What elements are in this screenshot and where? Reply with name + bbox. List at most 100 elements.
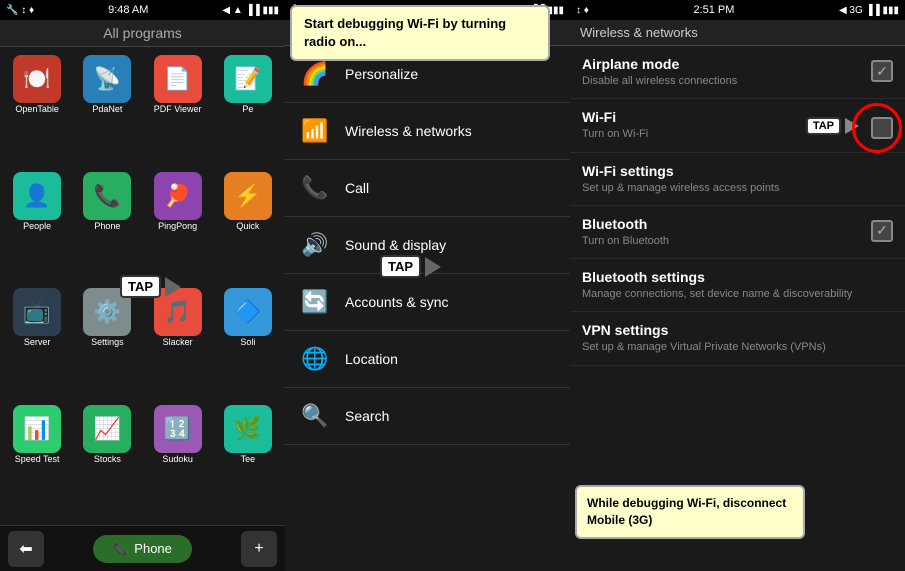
wireless-sub-vpn: Set up & manage Virtual Private Networks… [582,340,893,354]
settings-icon-accounts: 🔄 [297,284,333,320]
app-label-phone: Phone [94,222,120,232]
app-soli[interactable]: 🔷 Soli [215,288,281,401]
wireless-text-bluetooth: Bluetooth Turn on Bluetooth [582,216,863,248]
checkbox-bluetooth[interactable]: ✓ [871,220,893,242]
phone-icon: 📞 [113,541,129,557]
app-icon-soli: 🔷 [224,288,272,336]
app-sudoku[interactable]: 🔢 Sudoku [145,405,211,518]
settings-item-accounts[interactable]: 🔄 Accounts & sync [285,274,570,331]
app-pdf[interactable]: 📄 PDF Viewer [145,55,211,168]
settings-item-wireless[interactable]: 📶 Wireless & networks [285,103,570,160]
app-people[interactable]: 👤 People [4,172,70,285]
tap-label-wifi: TAP [806,117,841,135]
settings-label-accounts: Accounts & sync [345,294,449,310]
wireless-item-bluetooth-settings[interactable]: Bluetooth settings Manage connections, s… [570,259,905,312]
app-stocks[interactable]: 📈 Stocks [74,405,140,518]
app-icon-pdanet: 📡 [83,55,131,103]
tap-annotation-wireless: TAP [380,255,441,278]
tap-annotation-settings: TAP [120,275,181,298]
settings-icon-sound: 🔊 [297,227,333,263]
wireless-sub-airplane: Disable all wireless connections [582,74,863,88]
wireless-sub-bluetooth-settings: Manage connections, set device name & di… [582,287,893,301]
app-label-quick: Quick [236,222,259,232]
app-icon-pingpong: 🏓 [154,172,202,220]
settings-icon-personalize: 🌈 [297,56,333,92]
wireless-item-vpn[interactable]: VPN settings Set up & manage Virtual Pri… [570,312,905,365]
settings-label-call: Call [345,180,369,196]
app-label-speedtest: Speed Test [15,455,60,465]
app-opentable[interactable]: 🍽️ OpenTable [4,55,70,168]
settings-icon-location: 🌐 [297,341,333,377]
status-icons-right-1: ◀ ▲ ▐▐ ▮▮▮ [222,5,279,16]
wireless-item-airplane[interactable]: Airplane mode Disable all wireless conne… [570,46,905,99]
app-icon-pe: 📝 [224,55,272,103]
app-icon-people: 👤 [13,172,61,220]
app-icon-twonky: 📺 [13,288,61,336]
settings-icon-wireless: 📶 [297,113,333,149]
app-label-tee: Tee [241,455,256,465]
status-icons-left-3: ↕ ♦ [576,5,589,16]
app-label-people: People [23,222,51,232]
app-label-pdanet: PdaNet [92,105,122,115]
app-icon-phone: 📞 [83,172,131,220]
app-pingpong[interactable]: 🏓 PingPong [145,172,211,285]
settings-icon-call: 📞 [297,170,333,206]
app-label-pdf: PDF Viewer [154,105,202,115]
status-icons-left-1: 🔧 ↕ ♦ [6,5,34,16]
wireless-text-vpn: VPN settings Set up & manage Virtual Pri… [582,322,893,354]
panel-settings: 🔧 ↕ 2:5 ◀ ▲ ▐▐ ▮▮▮ Settings 🌈 Personaliz… [285,0,570,571]
wireless-text-wifi: Wi-Fi Turn on Wi-Fi [582,109,806,141]
app-label-opentable: OpenTable [15,105,59,115]
app-settings[interactable]: ⚙️ Settings [74,288,140,401]
checkbox-airplane[interactable]: ✓ [871,60,893,82]
app-pe[interactable]: 📝 Pe [215,55,281,168]
wireless-title-wifi: Wi-Fi [582,109,806,125]
time-1: 9:48 AM [108,4,148,16]
app-label-soli: Soli [240,338,255,348]
app-slacker[interactable]: 🎵 Slacker [145,288,211,401]
wireless-item-bluetooth[interactable]: Bluetooth Turn on Bluetooth ✓ [570,206,905,259]
app-quick[interactable]: ⚡ Quick [215,172,281,285]
phone-button[interactable]: 📞 Phone [93,535,192,563]
status-bar-3: ↕ ♦ 2:51 PM ◀ 3G ▐▐ ▮▮▮ [570,0,905,20]
back-button[interactable]: ⬅ [8,531,44,567]
settings-list: 🌈 Personalize 📶 Wireless & networks 📞 Ca… [285,46,570,571]
app-icon-stocks: 📈 [83,405,131,453]
app-speedtest[interactable]: 📊 Speed Test [4,405,70,518]
settings-item-search[interactable]: 🔍 Search [285,388,570,445]
settings-item-location[interactable]: 🌐 Location [285,331,570,388]
settings-label-search: Search [345,408,389,424]
status-bar-1: 🔧 ↕ ♦ 9:48 AM ◀ ▲ ▐▐ ▮▮▮ [0,0,285,20]
app-phone[interactable]: 📞 Phone [74,172,140,285]
settings-label-personalize: Personalize [345,66,418,82]
app-label-pingpong: PingPong [158,222,197,232]
wireless-text-airplane: Airplane mode Disable all wireless conne… [582,56,863,88]
wireless-title-wifi-settings: Wi-Fi settings [582,163,893,179]
wireless-sub-wifi-settings: Set up & manage wireless access points [582,181,893,195]
wireless-item-wifi-settings[interactable]: Wi-Fi settings Set up & manage wireless … [570,153,905,206]
status-icons-right-3: ◀ 3G ▐▐ ▮▮▮ [839,5,899,16]
app-tee[interactable]: 🌿 Tee [215,405,281,518]
wireless-sub-bluetooth: Turn on Bluetooth [582,234,863,248]
settings-item-call[interactable]: 📞 Call [285,160,570,217]
app-pdanet[interactable]: 📡 PdaNet [74,55,140,168]
wireless-text-bluetooth-settings: Bluetooth settings Manage connections, s… [582,269,893,301]
app-twonky[interactable]: 📺 Server [4,288,70,401]
wireless-sub-wifi: Turn on Wi-Fi [582,127,806,141]
bottom-bar-1: ⬅ 📞 Phone + [0,525,285,571]
wireless-title-airplane: Airplane mode [582,56,863,72]
add-button[interactable]: + [241,531,277,567]
wireless-title-bluetooth: Bluetooth [582,216,863,232]
app-label-sudoku: Sudoku [162,455,193,465]
settings-label-sound: Sound & display [345,237,446,253]
app-icon-tee: 🌿 [224,405,272,453]
wireless-item-wifi[interactable]: Wi-Fi Turn on Wi-Fi TAP [570,99,905,152]
tap-arrow-2 [425,257,441,277]
settings-label-location: Location [345,351,398,367]
tap-arrow-1 [165,277,181,297]
wireless-text-wifi-settings: Wi-Fi settings Set up & manage wireless … [582,163,893,195]
app-label-pe: Pe [242,105,253,115]
app-label-stocks: Stocks [94,455,121,465]
app-icon-sudoku: 🔢 [154,405,202,453]
app-label-twonky: Server [24,338,51,348]
